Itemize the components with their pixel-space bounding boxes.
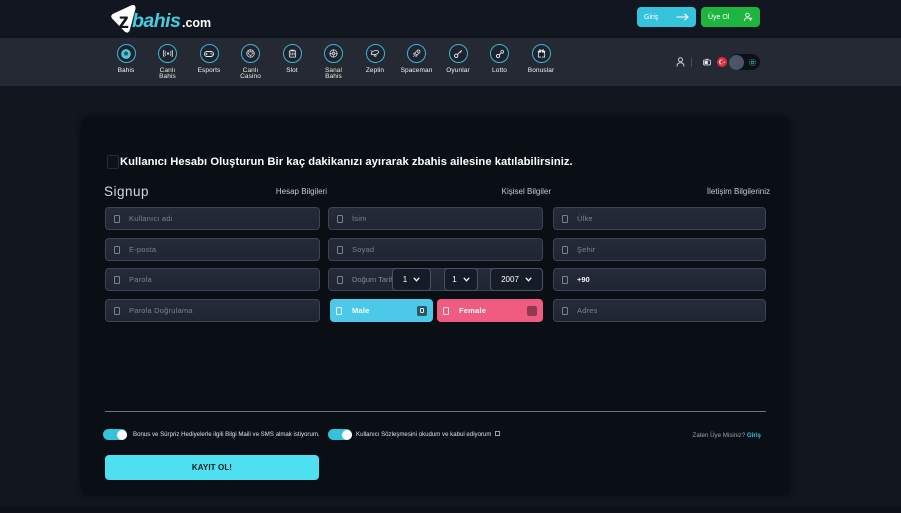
svg-text:.com: .com (182, 16, 211, 30)
svg-text:z: z (119, 10, 130, 33)
svg-text:bahis: bahis (132, 10, 181, 32)
